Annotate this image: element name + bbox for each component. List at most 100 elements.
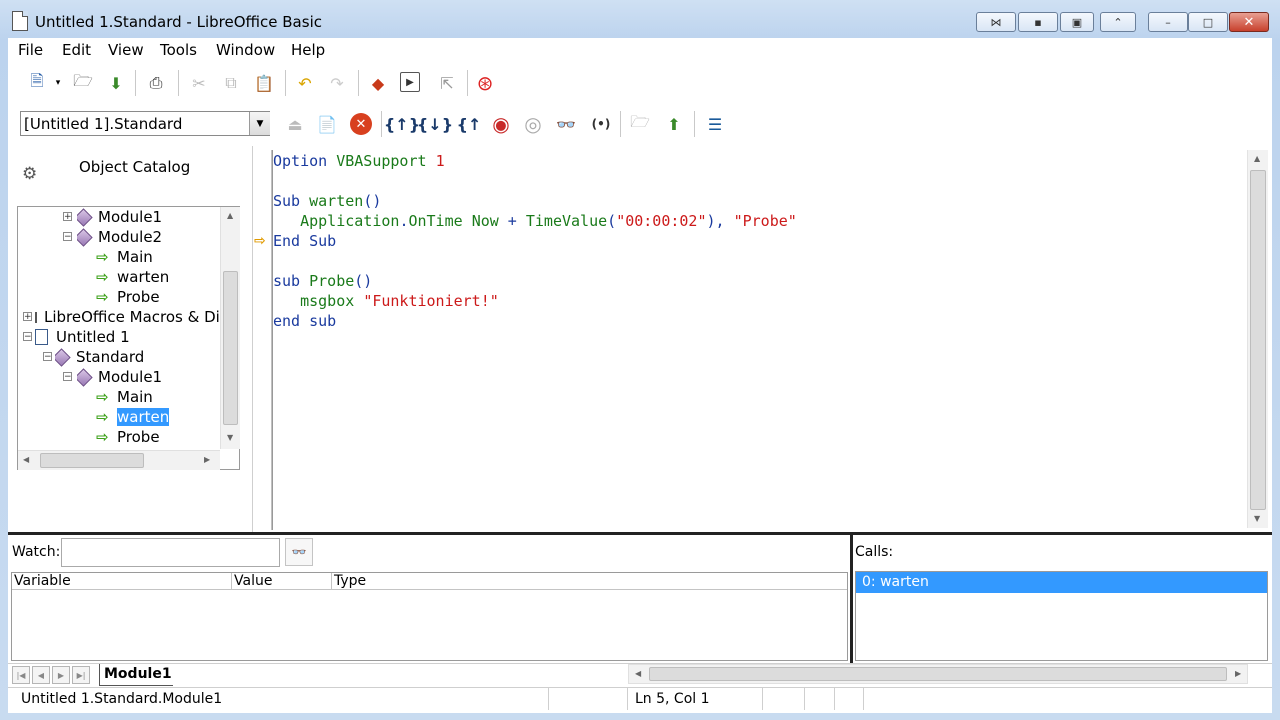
new-dropdown-icon[interactable]: ▾ [52, 72, 64, 94]
select-macro-icon[interactable]: ◆ [367, 72, 389, 94]
tree-item[interactable]: ⇨ Probe [96, 287, 160, 307]
small-window-icon[interactable]: ▪ [1018, 12, 1058, 32]
tree-expander-icon[interactable]: − [63, 232, 72, 242]
tree-item[interactable]: ⇨ Main [96, 387, 153, 407]
step-into-icon[interactable]: {↑} [384, 113, 420, 135]
menu-window[interactable]: Window [216, 41, 275, 59]
editor-vertical-scrollbar[interactable]: ▲ ▼ [1247, 150, 1268, 528]
menu-help[interactable]: Help [291, 41, 325, 59]
column-variable[interactable]: Variable [12, 573, 232, 589]
watch-label: Watch: [12, 544, 61, 560]
code-token: End [273, 232, 301, 250]
minimize-button[interactable]: – [1148, 12, 1188, 32]
code-line[interactable]: sub Probe() [273, 271, 372, 291]
next-tab-icon[interactable]: ▶ [52, 666, 70, 684]
insert-source-icon[interactable]: 📄 [316, 113, 338, 135]
code-token: 1 [435, 152, 445, 170]
compile-icon[interactable]: ⏏ [284, 113, 306, 135]
tree-expander-icon[interactable]: + [63, 212, 72, 222]
tree-item[interactable]: Untitled 1 [35, 327, 130, 347]
menu-view[interactable]: View [108, 41, 144, 59]
pin-icon[interactable]: ⌃ [1100, 12, 1136, 32]
code-line[interactable]: Application.OnTime Now + TimeValue("00:0… [273, 211, 797, 231]
window-list-icon[interactable]: ▣ [1060, 12, 1094, 32]
code-token: + [498, 212, 526, 230]
remove-watch-icon[interactable]: 👓 [285, 538, 313, 566]
separator [135, 70, 136, 96]
breakpoint-icon[interactable]: ◉ [490, 112, 512, 136]
save-icon[interactable]: ⬇ [105, 72, 127, 94]
editor-horizontal-scrollbar[interactable]: ◀ ▶ [628, 664, 1248, 684]
enable-watch-icon[interactable]: 👓 [555, 113, 577, 135]
tree-item-label: Main [117, 248, 153, 266]
status-separator [627, 688, 628, 710]
separator [358, 70, 359, 96]
previous-tab-icon[interactable]: ◀ [32, 666, 50, 684]
tree-vertical-scrollbar[interactable]: ▲ ▼ [220, 207, 240, 449]
column-value[interactable]: Value [232, 573, 332, 589]
maximize-button[interactable]: □ [1188, 12, 1228, 32]
cut-icon[interactable]: ✂ [188, 72, 210, 94]
status-separator [804, 688, 805, 710]
first-tab-icon[interactable]: |◀ [12, 666, 30, 684]
menu-file[interactable]: File [18, 41, 43, 59]
watch-input[interactable] [61, 538, 280, 567]
find-parentheses-icon[interactable]: (•) [590, 113, 612, 135]
title-bar[interactable]: Untitled 1.Standard - LibreOffice Basic … [0, 0, 1280, 38]
code-line[interactable]: msgbox "Funktioniert!" [273, 291, 499, 311]
tree-expander-icon[interactable]: + [23, 312, 32, 322]
import-basic-icon[interactable]: 🗁 [629, 112, 651, 135]
manage-breakpoints-icon[interactable]: ◎ [522, 112, 544, 136]
call-stack-item[interactable]: 0: warten [856, 572, 1267, 593]
calls-label: Calls: [855, 544, 894, 560]
breakpoint-gutter[interactable] [253, 150, 272, 530]
current-line-arrow-icon: ⇨ [254, 233, 266, 249]
close-button[interactable]: ✕ [1229, 12, 1269, 32]
tree-item[interactable]: ⇨ Main [96, 247, 153, 267]
extension-icon[interactable]: ⇱ [436, 72, 458, 94]
tree-item[interactable]: LibreOffice Macros & Dia [35, 307, 219, 327]
tree-horizontal-scrollbar[interactable]: ◀ ▶ [18, 450, 220, 470]
code-line[interactable]: End Sub [273, 231, 336, 251]
tree-expander-icon[interactable]: − [43, 352, 52, 362]
help-icon[interactable]: ⊛ [474, 71, 496, 95]
tree-item[interactable]: ⇨ warten [96, 407, 170, 427]
last-tab-icon[interactable]: ▶| [72, 666, 90, 684]
open-icon[interactable]: 🗁 [72, 71, 94, 94]
tree-item[interactable]: ⇨ Probe [96, 427, 160, 447]
export-basic-icon[interactable]: ⬆ [663, 113, 685, 135]
undo-icon[interactable]: ↶ [294, 72, 316, 94]
tree-item[interactable]: Standard [55, 347, 144, 367]
library-icon [55, 347, 71, 367]
print-icon[interactable]: ⎙ [145, 72, 167, 94]
column-type[interactable]: Type [332, 573, 847, 589]
select-module-icon[interactable]: ▶ [400, 72, 420, 92]
tab-module1[interactable]: Module1 [99, 664, 173, 686]
step-out-icon[interactable]: {↑ [457, 113, 482, 135]
code-line[interactable]: end sub [273, 311, 336, 331]
code-line[interactable]: Option VBASupport 1 [273, 151, 445, 171]
object-catalog-icon[interactable]: ☰ [704, 113, 726, 135]
code-token: Application [300, 212, 400, 230]
new-document-icon[interactable]: 🗎 [26, 71, 48, 94]
menu-edit[interactable]: Edit [62, 41, 91, 59]
menu-tools[interactable]: Tools [160, 41, 197, 59]
tree-item[interactable]: Module1 [77, 207, 162, 227]
tree-expander-icon[interactable]: − [63, 372, 72, 382]
step-over-icon[interactable]: {↓} [417, 113, 453, 135]
code-token: "Funktioniert!" [363, 292, 499, 310]
paste-icon[interactable]: 📋 [253, 72, 275, 94]
stop-icon[interactable]: ✕ [350, 113, 372, 135]
redo-icon[interactable]: ↷ [326, 72, 348, 94]
tree-expander-icon[interactable]: − [23, 332, 32, 342]
tree-item[interactable]: Module2 [77, 227, 162, 247]
copy-icon[interactable]: ⧉ [220, 72, 242, 94]
chevron-down-icon[interactable]: ▼ [249, 112, 270, 135]
tree-item[interactable]: ⇨ warten [96, 267, 169, 287]
restore-layout-icon[interactable]: ⋈ [976, 12, 1016, 32]
code-line[interactable]: Sub warten() [273, 191, 381, 211]
tree-item[interactable]: Module1 [77, 367, 162, 387]
tree-item-label: Main [117, 388, 153, 406]
code-token: warten [309, 192, 364, 210]
code-area[interactable]: Option VBASupport 1 Sub warten() Applicat… [273, 150, 1243, 530]
